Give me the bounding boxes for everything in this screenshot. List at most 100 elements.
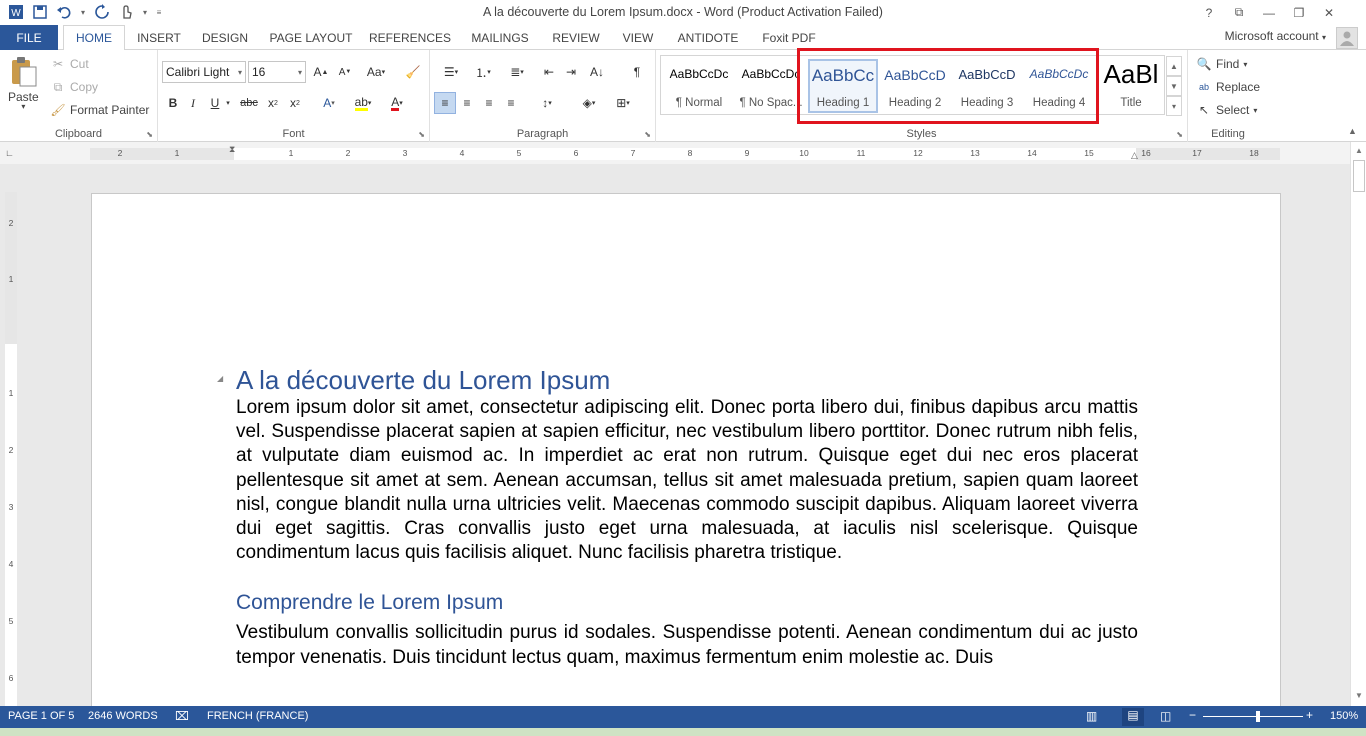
restore-icon[interactable]: ❐ [1284,0,1314,25]
style-normal[interactable]: AaBbCcDc ¶ Normal [664,59,734,113]
paste-button[interactable]: Paste ▾ [8,56,39,111]
heading-1[interactable]: A la découverte du Lorem Ipsum [236,364,1138,396]
vertical-scrollbar[interactable]: ▲ ▼ [1350,142,1366,706]
scroll-thumb[interactable] [1353,160,1365,192]
collapse-heading-icon[interactable]: ◢ [217,374,223,383]
font-family-combo[interactable]: Calibri Light ▾ [162,61,246,83]
cursor-icon: ↖ [1198,103,1210,117]
clipboard-launcher-icon[interactable]: ⬊ [146,130,153,139]
help-icon[interactable]: ? [1194,0,1224,25]
clear-formatting-icon[interactable]: 🧹 [402,61,424,83]
proofing-icon[interactable]: ⌧ [175,709,189,723]
find-button[interactable]: 🔍 Find ▾ [1196,56,1248,72]
read-mode-icon[interactable]: ▥ [1086,709,1097,723]
account-button[interactable]: Microsoft account ▾ [1225,29,1326,43]
zoom-level[interactable]: 150% [1330,710,1358,722]
zoom-in-icon[interactable]: + [1306,708,1313,722]
grow-font-icon[interactable]: A ▲ [310,61,332,83]
gallery-scroll-up-icon[interactable]: ▲ [1166,56,1182,76]
increase-indent-icon[interactable]: ⇥ [560,61,582,83]
scroll-up-icon[interactable]: ▲ [1353,145,1365,157]
tab-page-layout[interactable]: PAGE LAYOUT [263,25,359,50]
cut-button[interactable]: ✂ Cut [50,56,89,72]
tab-design[interactable]: DESIGN [195,25,255,50]
replace-button[interactable]: ab Replace [1196,79,1260,95]
align-left-icon[interactable]: ≡ [434,92,456,114]
zoom-out-icon[interactable]: − [1189,708,1196,722]
collapse-ribbon-icon[interactable]: ▲ [1348,126,1357,136]
sort-icon[interactable]: A↓ [586,61,608,83]
format-painter-button[interactable]: 🖌 Format Painter [50,102,149,118]
copy-button[interactable]: ⧉ Copy [50,79,98,95]
tab-file[interactable]: FILE [0,25,58,50]
paragraph-1[interactable]: Lorem ipsum dolor sit amet, consectetur … [236,396,1138,565]
font-launcher-icon[interactable]: ⬊ [418,130,425,139]
strikethrough-icon[interactable]: abc [238,92,260,114]
tab-antidote[interactable]: ANTIDOTE [670,25,746,50]
numbering-icon[interactable]: ⒈ ▾ [468,61,498,83]
align-center-icon[interactable]: ≡ [456,92,478,114]
close-icon[interactable]: ✕ [1314,0,1344,25]
tab-review[interactable]: REVIEW [546,25,606,50]
multilevel-list-icon[interactable]: ≣ ▾ [502,61,532,83]
tab-selector-icon[interactable]: ∟ [5,148,16,159]
vertical-ruler[interactable]: 2 1 1 2 3 4 5 6 [5,192,17,706]
ruler-number: 13 [970,148,980,158]
tab-insert[interactable]: INSERT [130,25,188,50]
heading-2[interactable]: Comprendre le Lorem Ipsum [236,589,1138,617]
styles-launcher-icon[interactable]: ⬊ [1176,130,1183,139]
style-heading-1[interactable]: AaBbCc Heading 1 [808,59,878,113]
borders-icon[interactable]: ⊞ ▾ [608,92,638,114]
paragraph-2[interactable]: Vestibulum convallis sollicitudin purus … [236,621,1138,669]
shrink-font-icon[interactable]: A ▼ [334,61,356,83]
zoom-slider-thumb[interactable] [1256,711,1260,722]
tab-mailings[interactable]: MAILINGS [463,25,537,50]
avatar[interactable] [1336,27,1358,49]
horizontal-ruler[interactable]: 2 1 1 2 3 4 5 6 7 8 9 10 11 12 13 14 15 … [90,144,1280,161]
subscript-icon[interactable]: x2 [262,92,284,114]
word-count[interactable]: 2646 WORDS [88,710,158,722]
gallery-more-icon[interactable]: ▾ [1166,96,1182,116]
web-layout-icon[interactable]: ◫ [1160,709,1171,723]
italic-icon[interactable]: I [182,92,204,114]
superscript-icon[interactable]: x2 [284,92,306,114]
text-effects-icon[interactable]: A ▾ [314,92,344,114]
change-case-icon[interactable]: Aa ▾ [362,61,390,83]
language-indicator[interactable]: FRENCH (FRANCE) [207,710,308,722]
indent-marker-icon[interactable]: ⧗ [229,144,235,155]
justify-icon[interactable]: ≡ [500,92,522,114]
zoom-slider[interactable] [1203,716,1303,717]
align-right-icon[interactable]: ≡ [478,92,500,114]
bullets-icon[interactable]: ☰ ▾ [436,61,466,83]
select-button[interactable]: ↖ Select ▾ [1196,102,1257,118]
bold-icon[interactable]: B [162,92,184,114]
shading-icon[interactable]: ◈ ▾ [574,92,604,114]
tab-home[interactable]: HOME [63,25,125,51]
decrease-indent-icon[interactable]: ⇤ [538,61,560,83]
style-title[interactable]: AaBl Title [1096,59,1166,113]
print-layout-icon[interactable]: ▤ [1122,708,1144,726]
highlight-icon[interactable]: ab ▾ [348,92,378,114]
paragraph-launcher-icon[interactable]: ⬊ [644,130,651,139]
font-size-combo[interactable]: 16 ▾ [248,61,306,83]
ribbon-display-icon[interactable]: ⧉ [1224,0,1254,25]
gallery-scroll-down-icon[interactable]: ▼ [1166,76,1182,96]
tab-foxit-pdf[interactable]: Foxit PDF [754,25,824,50]
tab-references[interactable]: REFERENCES [367,25,453,50]
document-body[interactable]: ◢ A la découverte du Lorem Ipsum Lorem i… [217,364,1138,670]
style-heading-3[interactable]: AaBbCcD Heading 3 [952,59,1022,113]
show-formatting-icon[interactable]: ¶ [626,61,648,83]
line-spacing-icon[interactable]: ↕ ▾ [532,92,562,114]
scroll-down-icon[interactable]: ▼ [1353,690,1365,702]
style-heading-4[interactable]: AaBbCcDc Heading 4 [1024,59,1094,113]
minimize-icon[interactable]: — [1254,0,1284,25]
font-color-icon[interactable]: A ▾ [382,92,412,114]
document-page[interactable]: ◢ A la découverte du Lorem Ipsum Lorem i… [91,193,1281,706]
tab-view[interactable]: VIEW [614,25,662,50]
right-indent-marker-icon[interactable]: △ [1131,150,1138,161]
style-no-spacing[interactable]: AaBbCcDc ¶ No Spac... [736,59,806,113]
ruler-number: 5 [516,148,522,158]
page-count[interactable]: PAGE 1 OF 5 [8,710,74,722]
underline-dropdown-icon[interactable]: ▾ [222,92,234,114]
style-heading-2[interactable]: AaBbCcD Heading 2 [880,59,950,113]
